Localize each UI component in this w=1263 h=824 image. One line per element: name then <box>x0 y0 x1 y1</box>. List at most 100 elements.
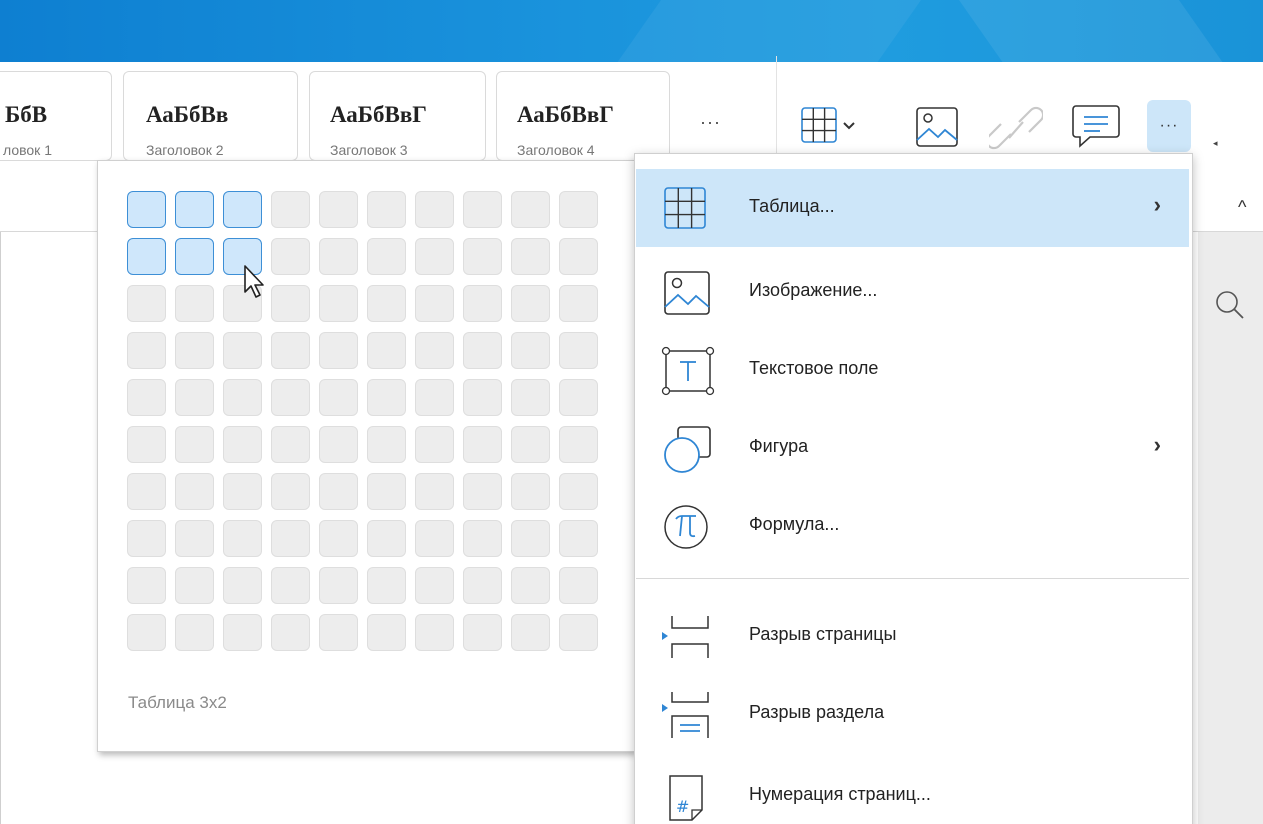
table-size-cell[interactable] <box>415 191 454 228</box>
table-size-cell[interactable] <box>127 285 166 322</box>
table-size-cell[interactable] <box>271 379 310 416</box>
table-size-cell-selected[interactable] <box>175 238 214 275</box>
table-size-cell[interactable] <box>415 473 454 510</box>
table-size-cell[interactable] <box>463 520 502 557</box>
table-size-cell[interactable] <box>367 614 406 651</box>
table-size-cell[interactable] <box>463 191 502 228</box>
table-size-cell[interactable] <box>463 238 502 275</box>
table-size-cell[interactable] <box>511 332 550 369</box>
table-size-cell[interactable] <box>175 285 214 322</box>
table-size-cell[interactable] <box>559 191 598 228</box>
search-button[interactable] <box>1213 288 1247 322</box>
table-size-cell[interactable] <box>559 332 598 369</box>
table-size-cell[interactable] <box>559 379 598 416</box>
menu-item-shape[interactable]: Фигура › <box>636 409 1189 487</box>
table-size-cell[interactable] <box>175 567 214 604</box>
table-size-cell[interactable] <box>319 614 358 651</box>
table-size-cell[interactable] <box>319 567 358 604</box>
table-size-cell[interactable] <box>559 473 598 510</box>
style-heading-2[interactable]: АаБбВв Заголовок 2 <box>123 71 298 161</box>
table-size-cell[interactable] <box>127 520 166 557</box>
table-size-cell[interactable] <box>367 238 406 275</box>
table-size-cell[interactable] <box>319 191 358 228</box>
table-size-cell[interactable] <box>271 332 310 369</box>
style-heading-1[interactable]: БбВ ловок 1 <box>0 71 112 161</box>
table-size-cell[interactable] <box>511 285 550 322</box>
table-size-cell[interactable] <box>223 520 262 557</box>
table-size-cell[interactable] <box>223 567 262 604</box>
table-size-cell[interactable] <box>223 614 262 651</box>
table-size-cell[interactable] <box>559 614 598 651</box>
table-size-cell[interactable] <box>175 332 214 369</box>
table-size-cell[interactable] <box>511 191 550 228</box>
table-size-cell[interactable] <box>127 614 166 651</box>
table-size-cell[interactable] <box>415 379 454 416</box>
style-heading-3[interactable]: АаБбВвГ Заголовок 3 <box>309 71 486 161</box>
table-size-cell[interactable] <box>319 379 358 416</box>
table-size-cell[interactable] <box>127 379 166 416</box>
table-size-cell[interactable] <box>559 567 598 604</box>
menu-item-formula[interactable]: Формула... <box>636 487 1189 565</box>
table-size-cell[interactable] <box>175 520 214 557</box>
table-size-cell[interactable] <box>271 285 310 322</box>
menu-item-text-box[interactable]: Текстовое поле <box>636 331 1189 409</box>
table-size-cell[interactable] <box>271 473 310 510</box>
style-heading-4[interactable]: АаБбВвГ Заголовок 4 <box>496 71 670 161</box>
table-size-cell[interactable] <box>175 473 214 510</box>
insert-table-button[interactable] <box>796 104 860 148</box>
table-size-cell-selected[interactable] <box>175 191 214 228</box>
table-size-cell[interactable] <box>463 332 502 369</box>
table-size-cell[interactable] <box>367 379 406 416</box>
more-tools-button[interactable]: ··· <box>1147 100 1191 152</box>
table-size-cell[interactable] <box>271 614 310 651</box>
table-size-cell[interactable] <box>511 473 550 510</box>
table-size-cell[interactable] <box>415 332 454 369</box>
table-size-cell[interactable] <box>367 332 406 369</box>
table-size-cell[interactable] <box>511 520 550 557</box>
table-size-cell[interactable] <box>175 379 214 416</box>
table-size-cell[interactable] <box>463 614 502 651</box>
table-size-cell[interactable] <box>559 426 598 463</box>
table-size-cell[interactable] <box>127 473 166 510</box>
table-size-cell[interactable] <box>367 567 406 604</box>
table-size-cell[interactable] <box>319 473 358 510</box>
table-size-cell[interactable] <box>175 614 214 651</box>
table-size-cell[interactable] <box>415 285 454 322</box>
table-size-cell[interactable] <box>271 191 310 228</box>
table-size-cell[interactable] <box>463 567 502 604</box>
table-size-cell[interactable] <box>319 426 358 463</box>
insert-link-button[interactable] <box>989 104 1043 154</box>
table-size-cell[interactable] <box>319 520 358 557</box>
table-size-cell[interactable] <box>127 332 166 369</box>
table-size-cell[interactable] <box>559 285 598 322</box>
table-size-cell[interactable] <box>511 567 550 604</box>
menu-item-table[interactable]: Таблица... › <box>636 169 1189 247</box>
insert-image-button[interactable] <box>910 104 964 150</box>
table-size-cell[interactable] <box>127 567 166 604</box>
collapse-ribbon-button[interactable]: ^ <box>1238 197 1246 218</box>
table-size-cell-selected[interactable] <box>127 238 166 275</box>
table-size-cell[interactable] <box>415 426 454 463</box>
table-size-cell[interactable] <box>511 379 550 416</box>
table-size-cell[interactable] <box>271 426 310 463</box>
table-size-cell[interactable] <box>511 614 550 651</box>
table-size-cell[interactable] <box>271 238 310 275</box>
table-size-cell[interactable] <box>271 567 310 604</box>
table-size-cell[interactable] <box>415 567 454 604</box>
menu-item-image[interactable]: Изображение... <box>636 253 1189 331</box>
table-size-cell[interactable] <box>415 520 454 557</box>
table-size-cell[interactable] <box>511 238 550 275</box>
table-size-cell[interactable] <box>367 191 406 228</box>
table-size-cell[interactable] <box>463 473 502 510</box>
table-size-cell[interactable] <box>223 379 262 416</box>
table-size-cell[interactable] <box>223 332 262 369</box>
ribbon-scroll-arrow[interactable]: ◂ <box>1213 138 1218 149</box>
menu-item-section-break[interactable]: Разрыв раздела <box>636 675 1189 753</box>
table-size-cell[interactable] <box>511 426 550 463</box>
menu-item-page-break[interactable]: Разрыв страницы <box>636 597 1189 675</box>
table-size-cell[interactable] <box>367 520 406 557</box>
table-size-cell[interactable] <box>415 238 454 275</box>
table-size-cell[interactable] <box>319 238 358 275</box>
more-styles-button[interactable]: ··· <box>700 112 721 133</box>
table-size-cell[interactable] <box>127 426 166 463</box>
